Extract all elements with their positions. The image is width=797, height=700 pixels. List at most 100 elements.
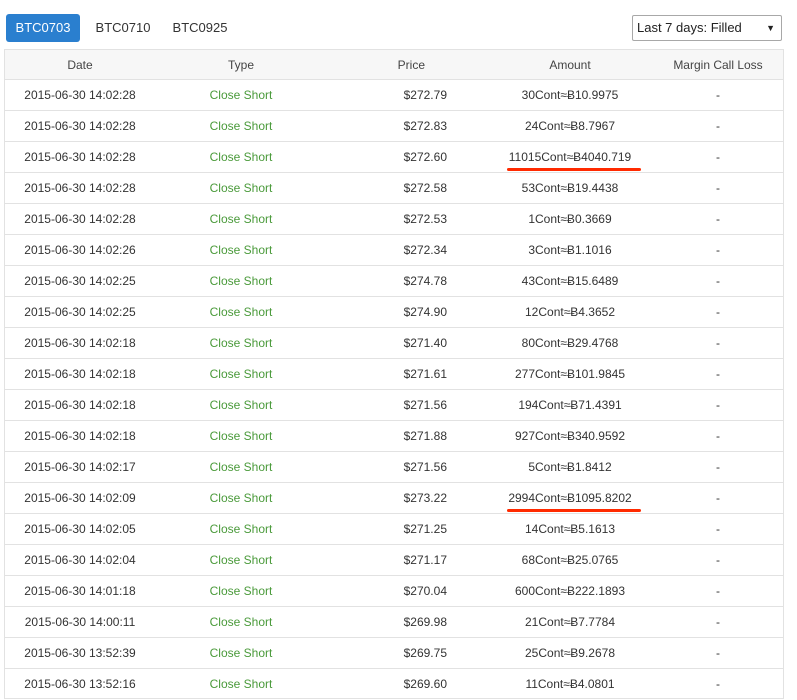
price-cell: $269.75 xyxy=(327,638,487,668)
table-row: 2015-06-30 14:02:05 Close Short $271.25 14C… xyxy=(5,513,783,544)
type-cell: Close Short xyxy=(209,367,273,381)
table-row: 2015-06-30 14:02:28 Close Short $272.79 30C… xyxy=(5,79,783,110)
red-underline-annotation xyxy=(507,168,641,171)
amount-cell: 11Cont≈Ƀ4.0801 xyxy=(525,676,615,691)
price-value: $271.17 xyxy=(403,553,447,567)
table-row: 2015-06-30 14:02:25 Close Short $274.90 12C… xyxy=(5,296,783,327)
price-cell: $271.17 xyxy=(327,545,487,575)
table-row: 2015-06-30 14:02:26 Close Short $272.34 3Co… xyxy=(5,234,783,265)
price-cell: $269.60 xyxy=(327,669,487,698)
type-cell: Close Short xyxy=(209,676,273,691)
margin-call-loss-cell: - xyxy=(716,553,720,567)
price-value: $271.56 xyxy=(403,398,447,412)
type-cell: Close Short xyxy=(209,305,273,319)
date-cell: 2015-06-30 14:02:05 xyxy=(24,522,136,536)
table-row: 2015-06-30 14:02:18 Close Short $271.56 194… xyxy=(5,389,783,420)
margin-call-loss-cell: - xyxy=(716,88,720,102)
tab-btc0710[interactable]: BTC0710 xyxy=(86,14,160,42)
margin-call-loss-cell: - xyxy=(716,212,720,226)
amount-cell: 25Cont≈Ƀ9.2678 xyxy=(525,646,615,660)
amount-cell: 194Cont≈Ƀ71.4391 xyxy=(518,398,622,412)
header-price: Price xyxy=(327,50,487,79)
date-cell: 2015-06-30 14:00:11 xyxy=(24,615,136,629)
type-cell: Close Short xyxy=(209,615,273,629)
header-margin-call-loss: Margin Call Loss xyxy=(673,57,763,72)
price-value: $274.78 xyxy=(403,274,447,288)
amount-cell: 80Cont≈Ƀ29.4768 xyxy=(521,336,619,350)
amount-cell: 3Cont≈Ƀ1.1016 xyxy=(528,243,612,257)
type-cell: Close Short xyxy=(209,553,273,567)
amount-cell: 30Cont≈Ƀ10.9975 xyxy=(521,88,619,102)
price-cell: $270.04 xyxy=(327,576,487,606)
header-type: Type xyxy=(227,57,254,72)
price-value: $271.61 xyxy=(403,367,447,381)
date-cell: 2015-06-30 14:02:28 xyxy=(24,119,136,133)
price-cell: $271.40 xyxy=(327,328,487,358)
date-cell: 2015-06-30 14:02:25 xyxy=(24,305,136,319)
type-cell: Close Short xyxy=(209,460,273,474)
table-row: 2015-06-30 14:02:18 Close Short $271.61 277… xyxy=(5,358,783,389)
type-cell: Close Short xyxy=(209,336,273,350)
price-value: $271.40 xyxy=(403,336,447,350)
type-cell: Close Short xyxy=(209,150,273,164)
margin-call-loss-cell: - xyxy=(716,615,720,629)
type-cell: Close Short xyxy=(209,398,273,412)
date-cell: 2015-06-30 13:52:16 xyxy=(24,676,136,691)
price-cell: $272.58 xyxy=(327,173,487,203)
margin-call-loss-cell: - xyxy=(716,119,720,133)
price-cell: $271.25 xyxy=(327,514,487,544)
price-value: $272.53 xyxy=(403,212,447,226)
price-cell: $274.90 xyxy=(327,297,487,327)
price-value: $271.88 xyxy=(403,429,447,443)
table-row: 2015-06-30 14:02:25 Close Short $274.78 43C… xyxy=(5,265,783,296)
type-cell: Close Short xyxy=(209,181,273,195)
type-cell: Close Short xyxy=(209,274,273,288)
price-cell: $272.53 xyxy=(327,204,487,234)
price-cell: $272.79 xyxy=(327,80,487,110)
price-cell: $269.98 xyxy=(327,607,487,637)
amount-cell: 21Cont≈Ƀ7.7784 xyxy=(525,615,615,629)
table-row: 2015-06-30 14:02:09 Close Short $273.22 299… xyxy=(5,482,783,513)
price-value: $269.98 xyxy=(403,615,447,629)
table-header: Date Type Price Amount Margin Call Loss xyxy=(5,49,783,79)
red-underline-annotation xyxy=(507,509,641,512)
table-row: 2015-06-30 14:00:11 Close Short $269.98 21C… xyxy=(5,606,783,637)
tab-btc0703[interactable]: BTC0703 xyxy=(6,14,80,42)
amount-cell: 14Cont≈Ƀ5.1613 xyxy=(525,522,615,536)
header-date: Date xyxy=(67,57,93,72)
tab-btc0925[interactable]: BTC0925 xyxy=(162,14,238,42)
price-cell: $271.56 xyxy=(327,452,487,482)
table-row: 2015-06-30 14:01:18 Close Short $270.04 600… xyxy=(5,575,783,606)
margin-call-loss-cell: - xyxy=(716,491,720,505)
price-cell: $272.34 xyxy=(327,235,487,265)
type-cell: Close Short xyxy=(209,119,273,133)
price-value: $274.90 xyxy=(403,305,447,319)
date-cell: 2015-06-30 14:02:25 xyxy=(24,274,136,288)
price-value: $269.60 xyxy=(403,676,447,691)
date-cell: 2015-06-30 14:02:17 xyxy=(24,460,136,474)
orders-table: Date Type Price Amount Margin Call Loss … xyxy=(4,49,784,699)
price-value: $272.83 xyxy=(403,119,447,133)
table-row: 2015-06-30 14:02:18 Close Short $271.40 80C… xyxy=(5,327,783,358)
type-cell: Close Short xyxy=(209,491,273,505)
margin-call-loss-cell: - xyxy=(716,336,720,350)
amount-cell: 600Cont≈Ƀ222.1893 xyxy=(514,584,625,598)
margin-call-loss-cell: - xyxy=(716,584,720,598)
margin-call-loss-cell: - xyxy=(716,367,720,381)
price-value: $272.58 xyxy=(403,181,447,195)
margin-call-loss-cell: - xyxy=(716,150,720,164)
price-value: $269.75 xyxy=(403,646,447,660)
margin-call-loss-cell: - xyxy=(716,460,720,474)
amount-cell: 24Cont≈Ƀ8.7967 xyxy=(525,119,615,133)
price-value: $272.34 xyxy=(403,243,447,257)
price-cell: $272.83 xyxy=(327,111,487,141)
table-row: 2015-06-30 14:02:17 Close Short $271.56 5Co… xyxy=(5,451,783,482)
type-cell: Close Short xyxy=(209,429,273,443)
header-amount: Amount xyxy=(549,57,591,72)
table-row: 2015-06-30 14:02:18 Close Short $271.88 927… xyxy=(5,420,783,451)
filter-select[interactable]: Last 7 days: Filled ▼ xyxy=(632,15,782,41)
amount-cell: 5Cont≈Ƀ1.8412 xyxy=(528,460,612,474)
chevron-down-icon: ▼ xyxy=(766,23,775,33)
price-value: $270.04 xyxy=(403,584,447,598)
price-cell: $274.78 xyxy=(327,266,487,296)
